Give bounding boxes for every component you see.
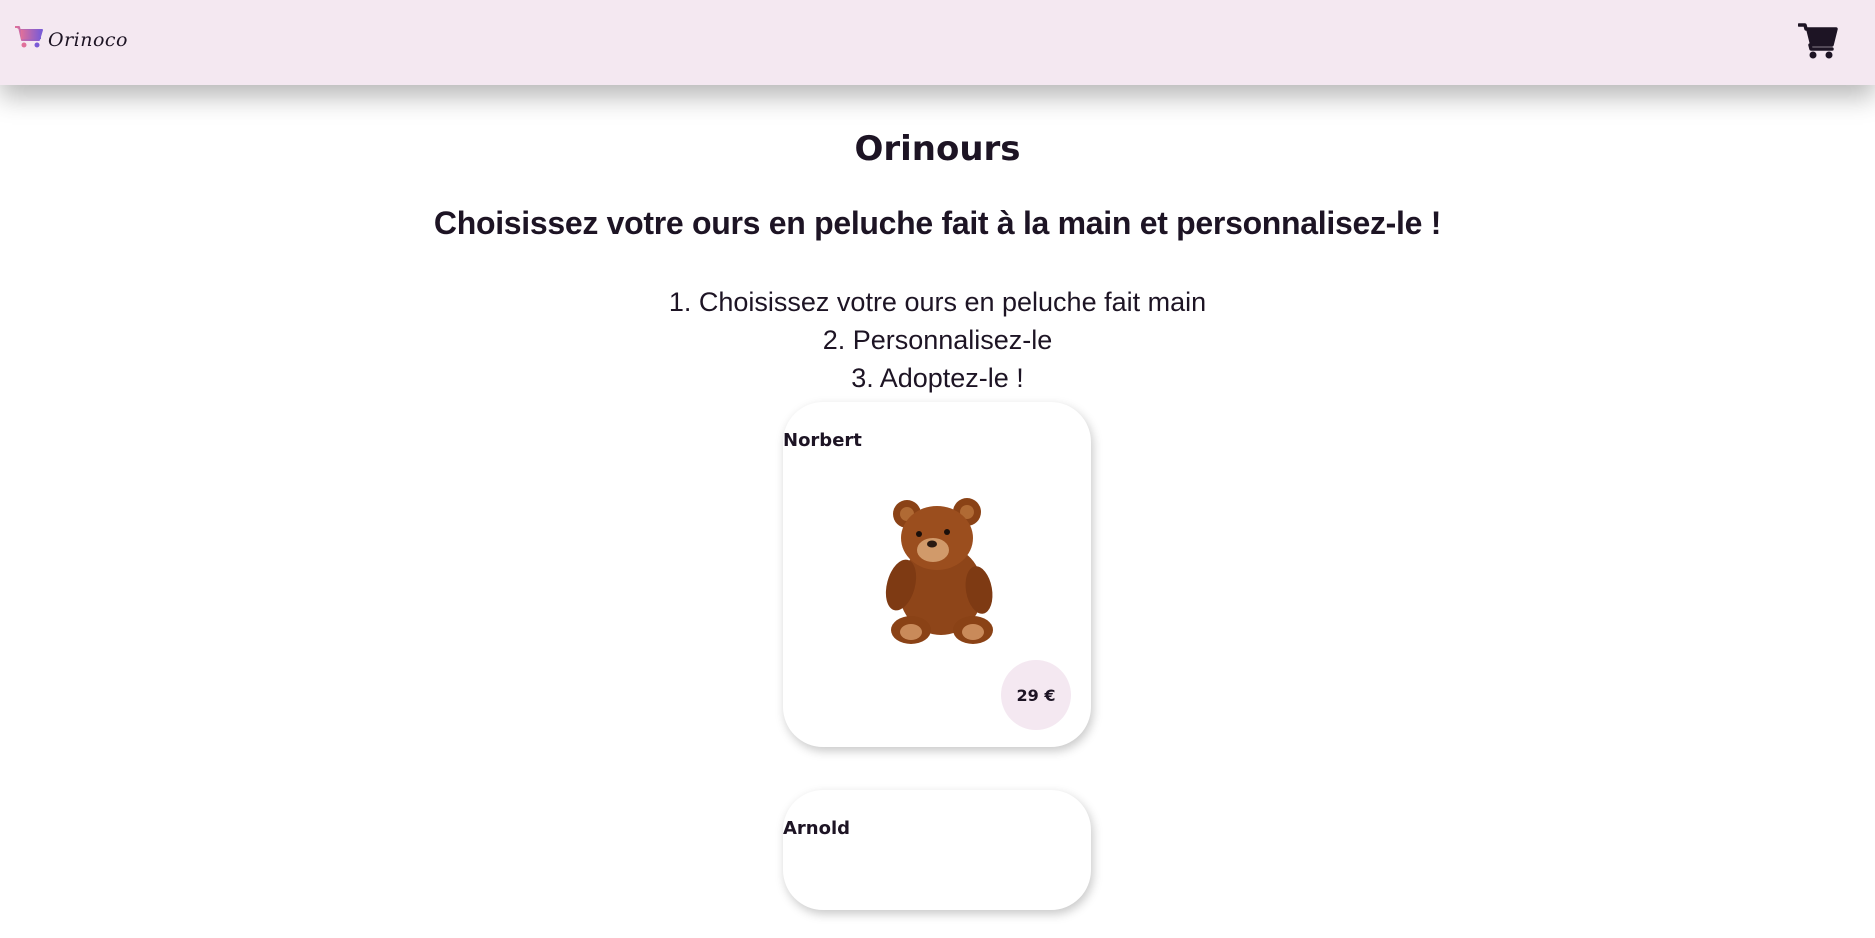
cart-button[interactable]: [1797, 20, 1838, 63]
step-item: 3. Adoptez-le !: [851, 363, 1024, 393]
shopping-cart-icon: [1797, 23, 1838, 63]
product-card-norbert[interactable]: Norbert 29 €: [783, 402, 1091, 747]
logo-text: Orinoco: [48, 28, 128, 51]
product-name: Arnold: [783, 818, 851, 839]
logo-link[interactable]: Orinoco: [14, 24, 128, 55]
steps-list: 1. Choisissez votre ours en peluche fait…: [0, 283, 1875, 397]
page-subtitle: Choisissez votre ours en peluche fait à …: [433, 205, 1442, 241]
step-item: 1. Choisissez votre ours en peluche fait…: [668, 287, 1207, 317]
price-badge: 29 €: [1001, 660, 1071, 730]
step-item: 2. Personnalisez-le: [822, 325, 1053, 355]
product-card-arnold[interactable]: Arnold: [783, 790, 1091, 910]
page-title: Orinours: [854, 129, 1021, 169]
product-name: Norbert: [783, 430, 862, 451]
teddy-bear-image: [873, 490, 1003, 650]
shopping-cart-gradient-icon: [14, 24, 44, 55]
site-header: Orinoco: [0, 0, 1875, 85]
